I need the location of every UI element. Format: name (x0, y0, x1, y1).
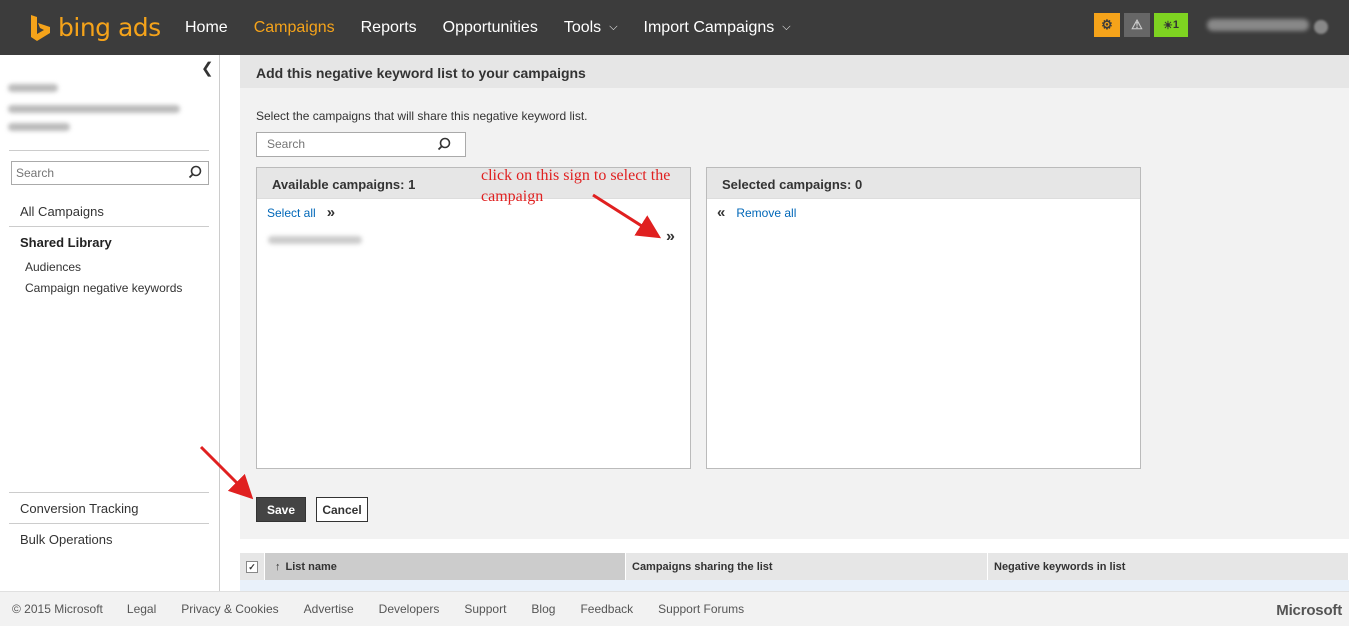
panel-title: Add this negative keyword list to your c… (256, 65, 586, 81)
nav-opportunities-label: Opportunities (442, 18, 538, 36)
double-chevron-left-icon: « (717, 204, 726, 221)
nav-tools[interactable]: Tools ⌵ (564, 19, 618, 37)
left-sidebar: ❮ All Campaigns Shared Library Audiences… (0, 55, 220, 591)
column-list-name-label: List name (285, 560, 337, 573)
remove-all-link[interactable]: « Remove all (717, 204, 796, 221)
campaign-search[interactable] (256, 132, 466, 157)
microsoft-logo[interactable]: Microsoft (1276, 602, 1342, 619)
nav-home-label: Home (185, 18, 228, 36)
nav-tools-label: Tools (563, 18, 602, 36)
table-row (240, 580, 1349, 591)
add-to-campaigns-panel: Add this negative keyword list to your c… (240, 55, 1349, 539)
instruction-text: Select the campaigns that will share thi… (256, 109, 588, 123)
column-negative-keywords[interactable]: Negative keywords in list (988, 553, 1349, 580)
warning-icon[interactable]: ⚠ (1124, 13, 1150, 37)
sidebar-item-shared-library[interactable]: Shared Library (20, 235, 112, 250)
column-campaigns-sharing[interactable]: Campaigns sharing the list (626, 553, 988, 580)
divider (9, 492, 209, 493)
account-id-blurred (8, 123, 70, 131)
select-all-link[interactable]: Select all » (267, 204, 335, 221)
column-campaigns-sharing-label: Campaigns sharing the list (632, 560, 773, 573)
sidebar-item-conversion-tracking[interactable]: Conversion Tracking (20, 501, 139, 516)
divider (9, 226, 209, 227)
nav-campaigns[interactable]: Campaigns (254, 19, 335, 37)
chevron-down-icon: ⌵ (609, 21, 618, 33)
nav-reports[interactable]: Reports (361, 19, 417, 37)
bing-logo-icon (31, 14, 50, 41)
nav-import-campaigns-label: Import Campaigns (643, 18, 775, 36)
remove-all-label: Remove all (736, 205, 797, 220)
save-button[interactable]: Save (256, 497, 306, 522)
footer-link-support-forums[interactable]: Support Forums (658, 602, 744, 616)
nav-import-campaigns[interactable]: Import Campaigns ⌵ (644, 19, 791, 37)
user-menu-icon[interactable] (1314, 20, 1328, 34)
sidebar-item-all-campaigns[interactable]: All Campaigns (20, 204, 104, 219)
footer-link-support[interactable]: Support (464, 602, 506, 616)
footer: © 2015 Microsoft Legal Privacy & Cookies… (0, 591, 1349, 626)
footer-link-legal[interactable]: Legal (127, 602, 156, 616)
divider (9, 523, 209, 524)
top-bar: bing ads Home Campaigns Reports Opportun… (0, 0, 1349, 55)
notification-icons: ⚙ ⚠ ☀ 1 (1094, 13, 1192, 37)
select-all-label: Select all (267, 205, 316, 220)
available-campaigns-count: 1 (408, 177, 416, 192)
selected-campaigns-box: Selected campaigns: 0 « Remove all (706, 167, 1141, 469)
lightbulb-count: 1 (1172, 19, 1179, 31)
lightbulb-icon[interactable]: ☀ 1 (1154, 13, 1188, 37)
sidebar-item-bulk-operations[interactable]: Bulk Operations (20, 532, 113, 547)
add-campaign-double-chevron-icon[interactable]: » (666, 228, 675, 246)
user-account-blurred[interactable] (1207, 19, 1309, 31)
nav-home[interactable]: Home (185, 19, 228, 37)
footer-link-privacy[interactable]: Privacy & Cookies (181, 602, 278, 616)
sidebar-item-audiences[interactable]: Audiences (25, 260, 81, 274)
nav-reports-label: Reports (360, 18, 417, 36)
column-list-name[interactable]: ↑ List name (265, 553, 626, 580)
selected-campaigns-title: Selected campaigns: (722, 177, 852, 192)
selected-campaigns-count: 0 (854, 177, 863, 192)
footer-link-advertise[interactable]: Advertise (304, 602, 354, 616)
sidebar-item-campaign-negative-keywords[interactable]: Campaign negative keywords (25, 281, 182, 295)
search-icon[interactable] (437, 137, 451, 154)
annotation-text: click on this sign to select the campaig… (481, 167, 671, 205)
campaign-name-blurred (268, 236, 362, 244)
available-campaigns-title: Available campaigns: (272, 177, 405, 192)
collapse-sidebar-icon[interactable]: ❮ (201, 59, 214, 77)
negative-keyword-lists-table-header: ✓ ↑ List name Campaigns sharing the list … (240, 553, 1349, 580)
campaign-search-input[interactable] (267, 137, 427, 151)
main-nav: Home Campaigns Reports Opportunities Too… (185, 0, 817, 55)
nav-campaigns-label: Campaigns (253, 18, 335, 36)
select-all-checkbox[interactable]: ✓ (240, 553, 265, 580)
info-icon[interactable]: ⚙ (1094, 13, 1120, 37)
chevron-down-icon: ⌵ (782, 21, 791, 33)
footer-link-blog[interactable]: Blog (531, 602, 555, 616)
bing-ads-logo[interactable]: bing ads (29, 13, 161, 42)
cancel-button[interactable]: Cancel (316, 497, 368, 522)
panel-header: Add this negative keyword list to your c… (240, 55, 1349, 88)
logo-text: bing ads (58, 13, 161, 42)
divider (9, 150, 209, 151)
footer-link-feedback[interactable]: Feedback (580, 602, 633, 616)
account-label-blurred (8, 84, 58, 92)
column-negative-keywords-label: Negative keywords in list (994, 560, 1126, 573)
account-name-blurred (8, 105, 180, 113)
double-chevron-right-icon: » (326, 204, 336, 221)
available-campaigns-box: Available campaigns: 1 Select all » » (256, 167, 691, 469)
footer-link-developers[interactable]: Developers (379, 602, 440, 616)
checkbox[interactable]: ✓ (246, 560, 258, 573)
sort-up-arrow-icon: ↑ (275, 560, 281, 573)
nav-opportunities[interactable]: Opportunities (443, 19, 538, 37)
sidebar-search[interactable] (11, 161, 209, 185)
search-icon[interactable] (188, 165, 202, 182)
sidebar-search-input[interactable] (16, 166, 184, 180)
copyright: © 2015 Microsoft (12, 602, 103, 616)
selected-campaigns-header: Selected campaigns: 0 (707, 168, 1140, 199)
